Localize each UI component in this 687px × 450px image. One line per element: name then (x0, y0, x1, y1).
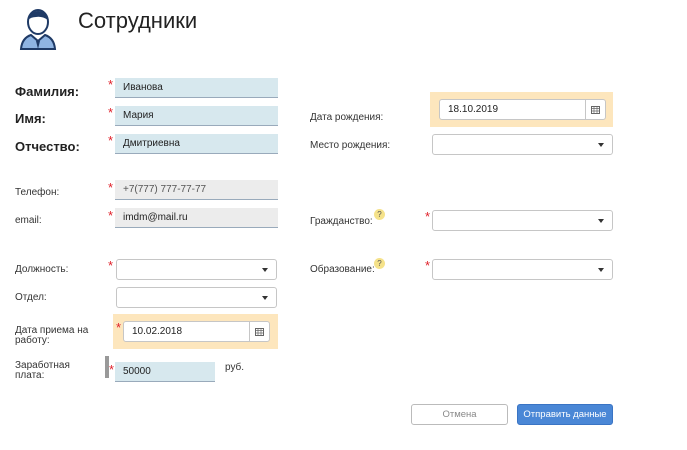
page-title: Сотрудники (78, 8, 198, 33)
citizenship-select[interactable] (432, 210, 613, 231)
hire-date-input[interactable]: 10.02.2018 (123, 321, 270, 342)
required-mark: * (109, 362, 115, 377)
name-label: Имя: (15, 111, 46, 126)
hire-date-value: 10.02.2018 (132, 326, 183, 337)
required-mark: * (108, 180, 114, 195)
salary-input[interactable]: 50000 (115, 362, 215, 382)
cancel-button[interactable]: Отмена (411, 404, 508, 425)
phone-label: Телефон: (15, 187, 60, 198)
surname-label: Фамилия: (15, 84, 80, 99)
name-input[interactable]: Мария (115, 106, 278, 126)
phone-input[interactable]: +7(777) 777-77-77 (115, 180, 278, 200)
calendar-icon[interactable] (249, 322, 269, 341)
chevron-down-icon (598, 268, 604, 272)
position-select[interactable] (116, 259, 277, 280)
required-mark: * (425, 258, 431, 273)
required-mark: * (425, 209, 431, 224)
chevron-down-icon (262, 268, 268, 272)
birth-date-value: 18.10.2019 (448, 104, 499, 115)
required-mark: * (116, 320, 122, 335)
salary-label: Заработная плата: (15, 360, 70, 381)
hire-date-label: Дата приема на работу: (15, 325, 89, 346)
education-select[interactable] (432, 259, 613, 280)
required-mark: * (108, 133, 114, 148)
birth-date-input[interactable]: 18.10.2019 (439, 99, 606, 120)
calendar-icon[interactable] (585, 100, 605, 119)
position-label: Должность: (15, 264, 69, 275)
birth-place-label: Место рождения: (310, 140, 391, 151)
required-mark: * (108, 208, 114, 223)
department-label: Отдел: (15, 292, 47, 303)
chevron-down-icon (598, 219, 604, 223)
chevron-down-icon (262, 296, 268, 300)
email-input[interactable]: imdm@mail.ru (115, 208, 278, 228)
submit-button[interactable]: Отправить данные (517, 404, 613, 425)
birth-date-label: Дата рождения: (310, 112, 384, 123)
surname-input[interactable]: Иванова (115, 78, 278, 98)
education-label: Образование: (310, 264, 375, 275)
required-mark: * (108, 105, 114, 120)
birth-place-select[interactable] (432, 134, 613, 155)
department-select[interactable] (116, 287, 277, 308)
employee-avatar-icon (18, 8, 58, 55)
patronymic-input[interactable]: Дмитриевна (115, 134, 278, 154)
citizenship-label: Гражданство: (310, 216, 373, 227)
required-mark: * (108, 258, 114, 273)
email-label: email: (15, 215, 42, 226)
salary-unit: руб. (225, 362, 245, 373)
chevron-down-icon (598, 143, 604, 147)
patronymic-label: Отчество: (15, 139, 80, 154)
help-icon[interactable]: ? (374, 258, 385, 269)
help-icon[interactable]: ? (374, 209, 385, 220)
required-mark: * (108, 77, 114, 92)
